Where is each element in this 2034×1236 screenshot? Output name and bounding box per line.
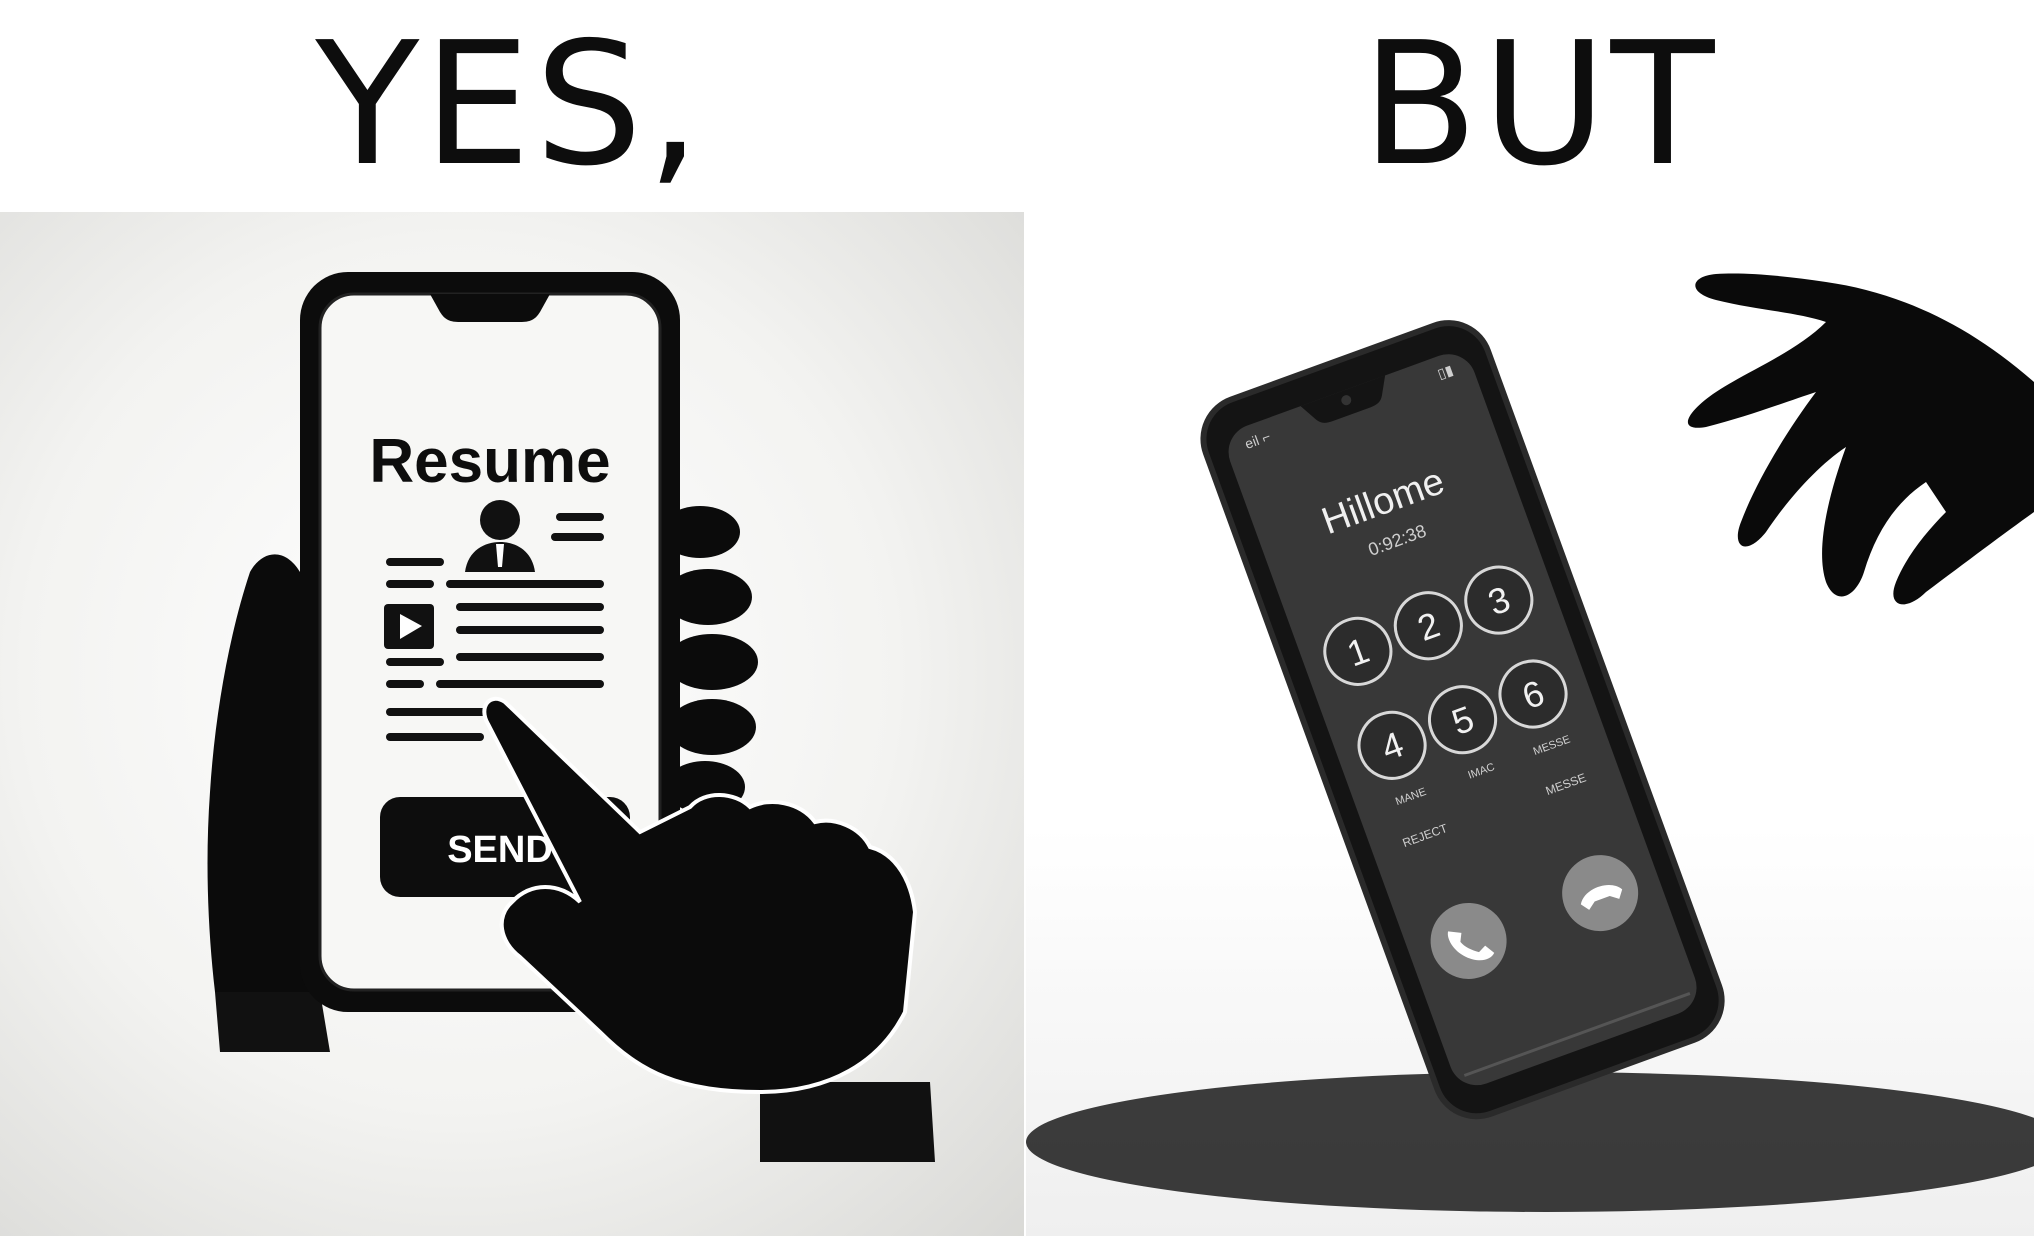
pointing-hand <box>482 696 918 1095</box>
phone-device: eil ⌐ ▯▮ Hillome 0:92:38 1 2 3 4 5 6 MAN… <box>1200 320 1725 1120</box>
send-button-label: SEND <box>447 829 553 871</box>
resume-title: Resume <box>369 427 610 496</box>
caption-yes: YES, <box>315 6 705 204</box>
video-play-icon <box>384 604 434 649</box>
right-base <box>760 1082 935 1162</box>
reaching-hand <box>1687 273 2034 605</box>
caption-but: BUT <box>1361 6 1719 204</box>
left-base <box>215 992 330 1052</box>
panel-but: eil ⌐ ▯▮ Hillome 0:92:38 1 2 3 4 5 6 MAN… <box>1026 212 2034 1236</box>
incoming-call-illustration: eil ⌐ ▯▮ Hillome 0:92:38 1 2 3 4 5 6 MAN… <box>1026 273 2034 1212</box>
phone-notch <box>430 294 550 322</box>
panel-yes: Resume SEND <box>0 212 1024 1236</box>
resume-phone-illustration: Resume SEND <box>207 272 935 1162</box>
